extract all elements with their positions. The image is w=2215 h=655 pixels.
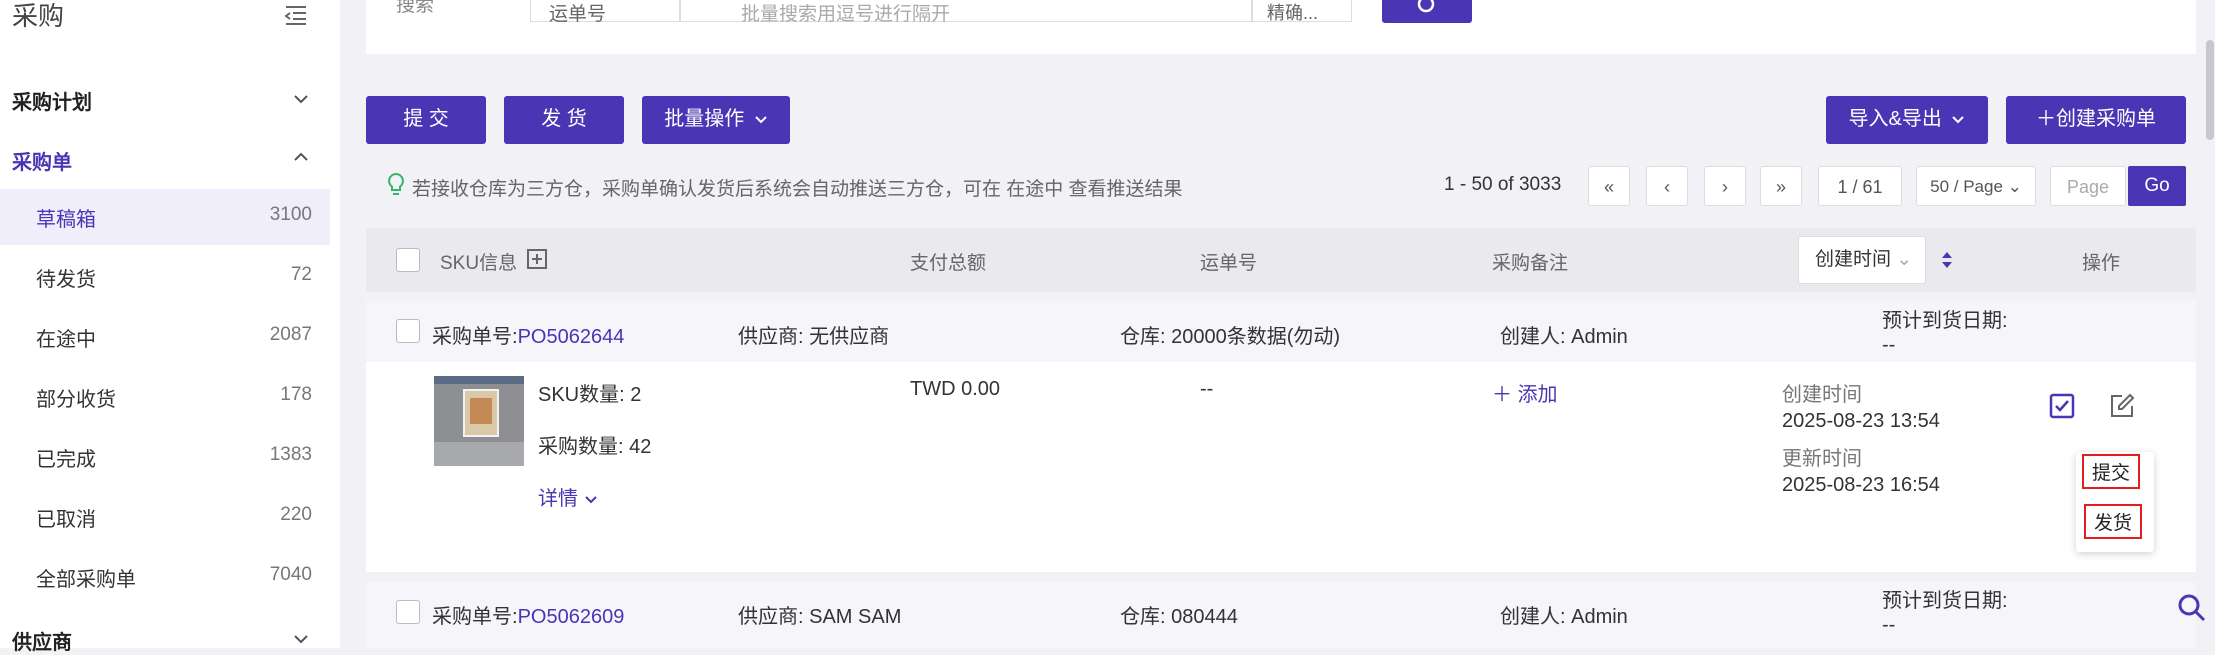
order-eta-label: 预计到货日期: [1882,590,2008,612]
pay-total: TWD 0.00 [910,378,1001,400]
order-row-body: SKU数量: 2 采购数量: 42 详情 TWD 0.00 -- ＋ 添加 创建… [366,362,2196,572]
pager-range: 1 - 50 of 3033 [1444,174,1562,195]
updated-label: 更新时间 [1782,448,1862,470]
purchase-qty: 采购数量: 42 [538,436,652,458]
popup-submit-item[interactable]: 提交 [2082,454,2141,489]
header-pay-total: 支付总额 [910,253,987,274]
import-export-button[interactable]: 导入&导出 [1826,96,1988,144]
updated-time: 2025-08-23 16:54 [1782,474,1940,496]
order-eta: -- [1882,614,1896,636]
sidebar-item-partial[interactable]: 部分收货 178 [0,369,330,425]
chevron-down-icon [755,116,767,124]
submit-check-icon[interactable] [2048,392,2076,420]
order-number: 采购单号:PO5062609 [432,606,625,628]
sidebar-title: 采购 [12,1,65,31]
search-icon [1417,0,1435,13]
chevron-down-icon[interactable] [292,90,310,108]
next-page-button[interactable]: › [1704,166,1746,206]
sort-field-select[interactable]: 创建时间 ⌄ [1798,236,1926,284]
sidebar-item-completed[interactable]: 已完成 1383 [0,429,330,485]
details-toggle[interactable]: 详情 [538,482,598,511]
order-creator: 创建人: Admin [1500,606,1628,628]
plus-icon: ＋ [1492,384,1518,406]
waybill-value: -- [1200,378,1214,400]
search-card: 搜索 运单号 批量搜索用逗号进行隔开 精确... [366,0,2196,54]
chevron-down-icon[interactable] [292,630,310,648]
product-thumbnail [434,376,524,466]
header-remark: 采购备注 [1492,253,1569,274]
sidebar-item-pending-ship[interactable]: 待发货 72 [0,249,330,305]
order-row-header: 采购单号:PO5062644 供应商: 无供应商 仓库: 20000条数据(勿动… [366,300,2196,362]
ship-button[interactable]: 发 货 [504,96,624,144]
chevron-down-icon [584,496,597,504]
match-select[interactable]: 精确... [1252,0,1352,23]
batch-operation-button[interactable]: 批量操作 [642,96,790,144]
created-label: 创建时间 [1782,384,1862,406]
sort-icon[interactable] [1940,250,1954,270]
order-checkbox[interactable] [396,319,420,343]
go-button[interactable]: Go [2128,166,2186,206]
header-sku: SKU信息 [440,253,518,274]
chevron-up-icon[interactable] [292,148,310,166]
sidebar-item-cancelled[interactable]: 已取消 220 [0,489,330,545]
lightbulb-icon [388,172,404,195]
per-page-select[interactable]: 50 / Page ⌄ [1916,166,2036,206]
order-number-link[interactable]: PO5062609 [518,606,625,628]
edit-icon[interactable] [2108,392,2136,420]
order-warehouse: 仓库: 080444 [1120,606,1238,628]
last-page-button[interactable]: » [1760,166,1802,206]
order-checkbox[interactable] [396,600,420,624]
popup-ship-item[interactable]: 发货 [2084,504,2143,539]
order-supplier: 供应商: 无供应商 [738,326,890,348]
page-input[interactable]: Page [2050,166,2126,206]
order-warehouse: 仓库: 20000条数据(勿动) [1120,326,1341,348]
scrollbar-thumb[interactable] [2206,40,2214,140]
order-number-link[interactable]: PO5062644 [518,326,625,348]
select-all-checkbox[interactable] [396,248,420,272]
search-button[interactable] [1382,0,1472,23]
submit-button[interactable]: 提 交 [366,96,486,144]
page-indicator[interactable]: 1 / 61 [1818,166,1902,206]
sidebar-group-order[interactable]: 采购单 [12,146,72,175]
sidebar-group-plan[interactable]: 采购计划 [12,86,92,115]
created-time: 2025-08-23 13:54 [1782,410,1940,432]
order-eta: -- [1882,334,1896,356]
order-eta-label: 预计到货日期: [1882,310,2008,332]
sku-count: SKU数量: 2 [538,384,642,406]
plus-icon: ＋ [2036,108,2056,130]
create-order-button[interactable]: ＋创建采购单 [2006,96,2186,144]
action-popup: 提交 发货 [2076,452,2154,552]
sidebar-group-supplier[interactable]: 供应商 [12,626,72,655]
order-supplier: 供应商: SAM SAM [738,606,902,628]
table-header: SKU信息 支付总额 运单号 采购备注 创建时间 ⌄ 操作 [366,228,2196,292]
add-remark-link[interactable]: ＋ 添加 [1492,378,1558,407]
chevron-down-icon [1952,116,1965,124]
prev-page-button[interactable]: ‹ [1646,166,1688,206]
order-number: 采购单号:PO5062644 [432,326,625,348]
search-field-select[interactable]: 运单号 [530,0,680,25]
search-label: 搜索 [396,0,435,16]
menu-collapse-icon[interactable] [284,4,308,26]
header-action: 操作 [2082,253,2121,274]
expand-plus-icon[interactable] [526,248,548,270]
sidebar-item-draft[interactable]: 草稿箱 3100 [0,189,330,245]
sidebar-item-all[interactable]: 全部采购单 7040 [0,549,330,605]
order-row-header: 采购单号:PO5062609 供应商: SAM SAM 仓库: 080444 创… [366,582,2196,648]
first-page-button[interactable]: « [1588,166,1630,206]
header-waybill: 运单号 [1200,253,1258,274]
search-input[interactable]: 批量搜索用逗号进行隔开 [680,0,1252,25]
sidebar: 采购 采购计划 采购单 草稿箱 3100 待发货 72 在途中 2087 部分收货 17… [0,0,340,654]
floating-search-icon[interactable] [2176,592,2208,624]
tip-text: 若接收仓库为三方仓，采购单确认发货后系统会自动推送三方仓，可在 在途中 查看推送… [412,179,1183,200]
sidebar-item-in-transit[interactable]: 在途中 2087 [0,309,330,365]
order-creator: 创建人: Admin [1500,326,1628,348]
